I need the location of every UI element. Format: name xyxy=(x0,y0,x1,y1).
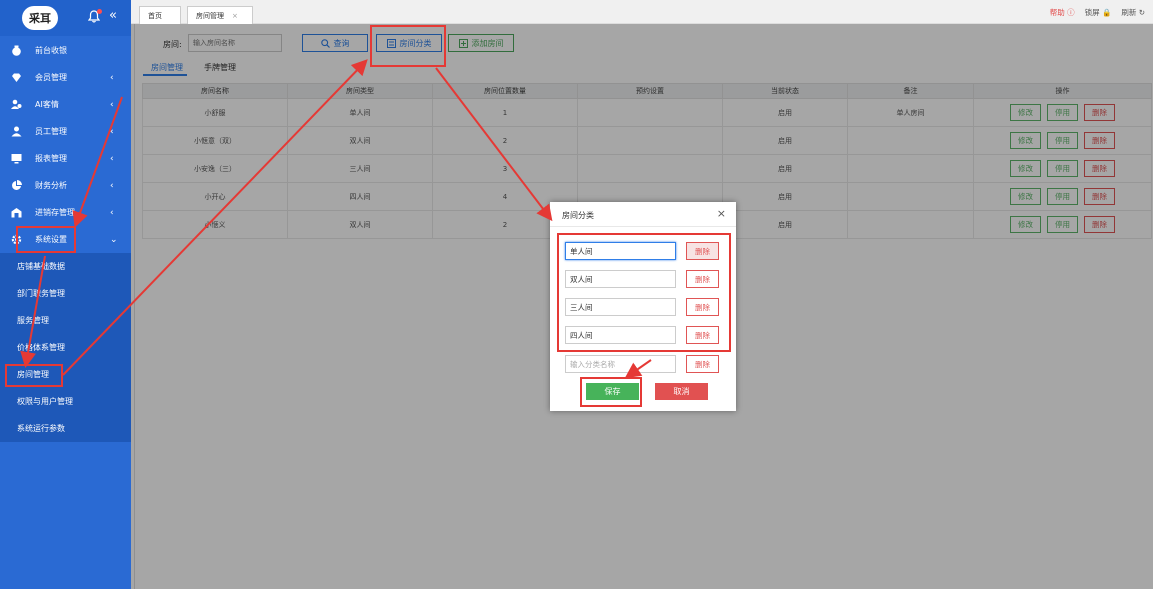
sidebar: 采耳 « 前台收银 会员管理 ‹ AI客情 ‹ 员工管理 ‹ 报表管理 ‹ 财务… xyxy=(0,0,131,589)
refresh-link[interactable]: 刷新 ↻ xyxy=(1121,7,1145,18)
close-icon[interactable]: × xyxy=(717,207,726,220)
new-category-input[interactable]: 输入分类名称 xyxy=(565,355,676,373)
tab-label: 首页 xyxy=(148,11,162,20)
dialog-header: 房间分类 × xyxy=(550,202,736,227)
submenu-item-permissions[interactable]: 权限与用户管理 xyxy=(0,388,131,415)
sidebar-item-members[interactable]: 会员管理 ‹ xyxy=(0,64,131,91)
submenu-item-pricing[interactable]: 价格体系管理 xyxy=(0,334,131,361)
top-actions: 帮助 ⓘ 锁屏 🔒 刷新 ↻ xyxy=(1050,7,1145,18)
logo: 采耳 xyxy=(22,6,58,30)
collapse-icon[interactable]: « xyxy=(109,8,117,24)
notification-dot xyxy=(97,9,102,14)
money-bag-icon xyxy=(12,45,21,56)
user-icon xyxy=(11,126,22,137)
annotation-box-settings xyxy=(16,226,76,253)
tab-label: 房间管理 xyxy=(196,11,224,20)
chevron-left-icon: ‹ xyxy=(110,99,114,110)
submenu-item-store-data[interactable]: 店铺基础数据 xyxy=(0,253,131,280)
bell-icon[interactable] xyxy=(87,9,102,23)
delete-category-button[interactable]: 删除 xyxy=(686,355,719,373)
submenu-item-services[interactable]: 服务管理 xyxy=(0,307,131,334)
sidebar-item-staff[interactable]: 员工管理 ‹ xyxy=(0,118,131,145)
settings-submenu: 店铺基础数据 部门职务管理 服务管理 价格体系管理 房间管理 权限与用户管理 系… xyxy=(0,253,131,442)
chevron-left-icon: ‹ xyxy=(110,126,114,137)
monitor-icon xyxy=(11,154,22,164)
dialog-title: 房间分类 xyxy=(562,211,594,220)
cancel-button[interactable]: 取消 xyxy=(655,383,708,400)
sidebar-item-reports[interactable]: 报表管理 ‹ xyxy=(0,145,131,172)
chevron-left-icon: ‹ xyxy=(110,207,114,218)
chevron-left-icon: ‹ xyxy=(110,180,114,191)
sidebar-item-label: 会员管理 xyxy=(35,73,67,82)
chevron-down-icon: ⌄ xyxy=(110,234,118,245)
chevron-left-icon: ‹ xyxy=(110,72,114,83)
annotation-box-category-button xyxy=(370,25,446,67)
category-row-new: 输入分类名称 删除 xyxy=(565,355,719,373)
sidebar-item-ai[interactable]: AI客情 ‹ xyxy=(0,91,131,118)
tab-room-management[interactable]: 房间管理 × xyxy=(187,6,253,24)
sidebar-item-label: AI客情 xyxy=(35,100,59,109)
sidebar-item-label: 进销存管理 xyxy=(35,208,75,217)
lock-screen-link[interactable]: 锁屏 🔒 xyxy=(1085,7,1112,18)
sidebar-item-label: 前台收银 xyxy=(35,46,67,55)
submenu-item-departments[interactable]: 部门职务管理 xyxy=(0,280,131,307)
sidebar-item-label: 报表管理 xyxy=(35,154,67,163)
chevron-left-icon: ‹ xyxy=(110,153,114,164)
diamond-icon xyxy=(12,73,21,82)
annotation-box-save xyxy=(580,377,642,407)
help-link[interactable]: 帮助 ⓘ xyxy=(1050,7,1075,18)
top-bar: 首页 房间管理 × 帮助 ⓘ 锁屏 🔒 刷新 ↻ xyxy=(131,0,1153,24)
users-icon xyxy=(11,99,22,109)
sidebar-item-label: 财务分析 xyxy=(35,181,67,190)
submenu-item-system-params[interactable]: 系统运行参数 xyxy=(0,415,131,442)
close-icon[interactable]: × xyxy=(232,12,238,20)
sidebar-item-label: 员工管理 xyxy=(35,127,67,136)
sidebar-item-finance[interactable]: 财务分析 ‹ xyxy=(0,172,131,199)
annotation-box-category-list xyxy=(557,233,731,352)
sidebar-item-cashier[interactable]: 前台收银 xyxy=(0,37,131,64)
sidebar-header: 采耳 « xyxy=(0,0,131,36)
warehouse-icon xyxy=(11,208,22,218)
annotation-box-rooms xyxy=(5,364,63,387)
tab-home[interactable]: 首页 xyxy=(139,6,181,24)
sidebar-item-inventory[interactable]: 进销存管理 ‹ xyxy=(0,199,131,226)
pie-chart-icon xyxy=(12,180,22,190)
